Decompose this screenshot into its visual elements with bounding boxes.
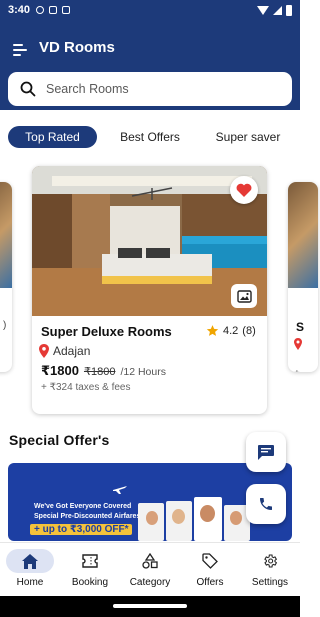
banner-line-3: + up to ₹3,000 OFF* [30,524,133,535]
phone-icon [260,498,272,510]
battery-icon [286,4,292,16]
original-price: ₹1800 [83,366,116,378]
nav-category-indicator [126,549,174,573]
shield-status-icon [49,6,58,14]
location-pin-icon [39,344,49,358]
card-fragment-text: ) [3,320,7,331]
app-title: VD Rooms [39,39,115,56]
home-icon [22,553,38,569]
filter-tabs: Top Rated Best Offers Super saver [0,126,300,148]
nav-label: Category [129,577,171,588]
tab-super-saver[interactable]: Super saver [208,126,288,148]
wifi-icon [257,5,269,15]
room-card-next[interactable]: S + [288,182,318,372]
status-bar: 3:40 [0,0,300,20]
call-button[interactable] [246,484,286,524]
room-name: Super Deluxe Rooms [41,324,172,339]
gear-icon [264,554,278,568]
chat-icon [258,444,274,460]
banner-line-2: Special Pre-Discounted Airfares [34,513,141,520]
tag-icon [202,553,218,569]
card-fragment-name: S [296,320,305,334]
card-fragment-text: + [294,368,300,372]
room-photo [0,182,12,288]
room-card-previous[interactable]: ) [0,182,12,372]
tab-best-offers[interactable]: Best Offers [112,126,188,148]
location-pin-icon [294,338,302,350]
nav-home-indicator [6,549,54,573]
nav-offers-indicator [186,549,234,573]
nav-settings[interactable]: Settings [240,543,300,597]
search-icon [20,81,36,97]
banner-line-1: We've Got Everyone Covered [34,503,132,510]
home-gesture-handle[interactable] [113,604,187,608]
category-icon [142,553,158,569]
nav-booking[interactable]: Booking [60,543,120,597]
star-icon [206,325,219,336]
bottom-navigation: Home Booking Category Offers Settings [0,542,300,596]
search-bar[interactable] [8,72,292,106]
menu-icon[interactable] [13,44,27,56]
image-gallery-icon [236,289,252,303]
nav-booking-indicator [66,549,114,573]
search-input[interactable] [46,82,266,96]
nav-offers[interactable]: Offers [180,543,240,597]
nav-label: Offers [196,577,224,588]
settings-status-icon [36,6,45,14]
notification-status-icon [62,6,71,14]
nav-label: Booking [71,577,109,588]
room-rating: 4.2 (8) [206,324,256,337]
price-row: ₹1800 ₹1800 /12 Hours [41,363,166,379]
rating-value: 4.2 [223,324,239,337]
favorite-button[interactable] [230,176,258,204]
price-duration: /12 Hours [120,366,166,378]
system-navigation-bar [0,596,300,617]
nav-settings-indicator [246,549,294,573]
nav-label: Home [16,577,44,588]
location-text: Adajan [53,344,91,358]
signal-icon [273,5,282,15]
heart-icon [236,183,252,197]
taxes-fees: + ₹324 taxes & fees [41,382,131,393]
nav-home[interactable]: Home [0,543,60,597]
room-card[interactable]: Super Deluxe Rooms 4.2 (8) Adajan ₹1800 … [32,166,267,414]
current-price: ₹1800 [41,363,79,378]
special-offers-title: Special Offer's [9,432,110,448]
banner-people-image [138,497,250,541]
rating-count: (8) [242,324,256,337]
chat-button[interactable] [246,432,286,472]
airplane-icon [113,486,127,494]
gallery-button[interactable] [231,284,257,308]
ticket-icon [82,554,98,568]
room-location: Adajan [39,344,90,358]
status-time: 3:40 [8,4,31,16]
nav-category[interactable]: Category [120,543,180,597]
nav-label: Settings [251,577,289,588]
tab-top-rated[interactable]: Top Rated [8,126,97,148]
room-photo [288,182,318,288]
